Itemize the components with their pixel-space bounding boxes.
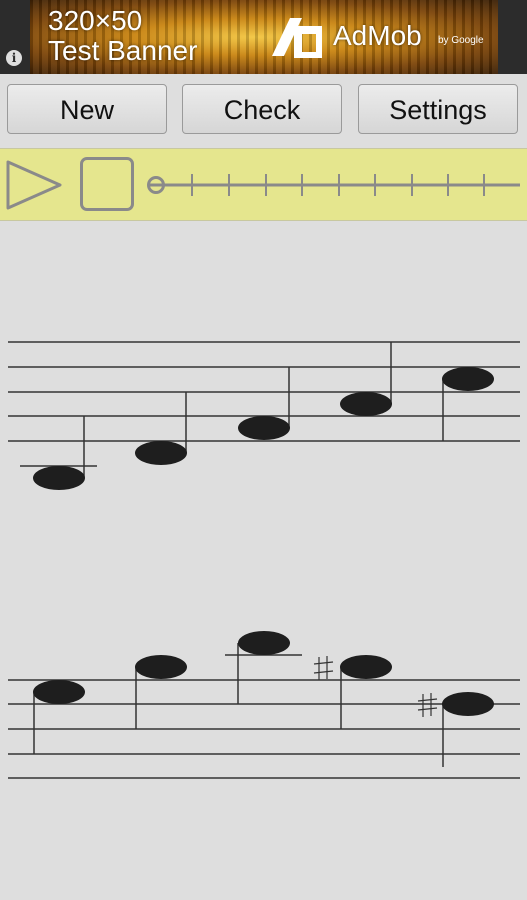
app-root: i 320×50 Test Banner AdMob by Google New… (0, 0, 527, 900)
note-5[interactable] (442, 367, 494, 441)
note-2[interactable] (135, 392, 187, 465)
admob-brand: AdMob (333, 20, 422, 51)
staff-bottom[interactable] (0, 622, 527, 822)
note-1[interactable] (20, 416, 97, 490)
admob-by-google: by Google (438, 35, 484, 46)
ad-title: 320×50 (48, 5, 143, 36)
check-button[interactable]: Check (182, 84, 342, 134)
note-6[interactable] (33, 680, 85, 754)
ad-subtitle: Test Banner (48, 35, 198, 66)
stop-icon[interactable] (80, 157, 134, 211)
player-bar (0, 148, 527, 221)
sharp-icon (417, 693, 438, 717)
admob-logo-icon (272, 18, 322, 58)
seek-slider[interactable] (140, 159, 527, 211)
ad-banner[interactable]: 320×50 Test Banner AdMob by Google (30, 0, 498, 74)
sharp-icon (313, 656, 334, 680)
note-4[interactable] (340, 342, 392, 416)
new-button[interactable]: New (7, 84, 167, 134)
settings-button[interactable]: Settings (358, 84, 518, 134)
ad-bar: i 320×50 Test Banner AdMob by Google (0, 0, 527, 74)
note-9[interactable] (340, 655, 392, 729)
note-3[interactable] (238, 367, 290, 440)
note-8[interactable] (225, 631, 302, 704)
staff-area (0, 222, 527, 900)
note-7[interactable] (135, 655, 187, 729)
staff-top[interactable] (0, 322, 527, 522)
play-icon[interactable] (5, 159, 63, 211)
info-icon[interactable]: i (6, 50, 22, 66)
